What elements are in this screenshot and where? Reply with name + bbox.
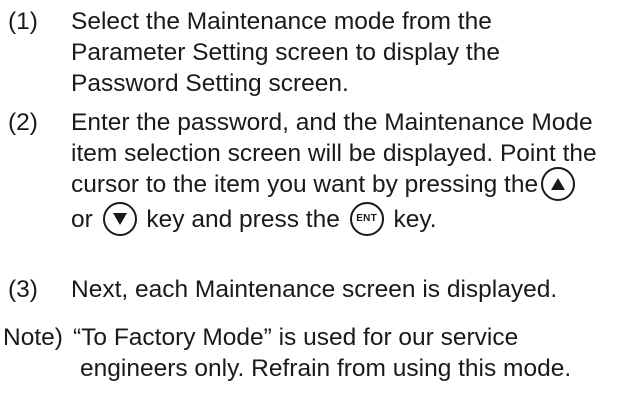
enter-key-label: ENT	[356, 212, 378, 224]
step-2-line-4: or key and press the ENT key.	[71, 201, 619, 236]
step-1-line-2: Parameter Setting screen to display the	[71, 39, 500, 66]
note-line-1: “To Factory Mode” is used for our servic…	[73, 324, 519, 351]
step-1-line-1: Select the Maintenance mode from the	[71, 8, 492, 35]
manual-page: (1) Select the Maintenance mode from the…	[0, 0, 619, 394]
step-2-key-press-text: key and press the	[146, 206, 340, 233]
note-line-2: engineers only. Refrain from using this …	[80, 355, 572, 382]
step-2-number: (2)	[8, 109, 38, 136]
step-2-line-3-text: cursor to the item you want by pressing …	[71, 171, 539, 198]
step-1-text: Select the Maintenance mode from the Par…	[71, 6, 619, 99]
step-2-line-1: Enter the password, and the Maintenance …	[71, 109, 593, 136]
step-3-number: (3)	[8, 276, 38, 303]
step-1-line-3: Password Setting screen.	[71, 70, 349, 97]
step-2-text: Enter the password, and the Maintenance …	[71, 107, 619, 236]
down-arrow-key-icon	[102, 201, 137, 236]
step-3-line-1: Next, each Maintenance screen is display…	[71, 276, 558, 303]
enter-key-icon: ENT	[349, 201, 384, 236]
step-2-line-3: cursor to the item you want by pressing …	[71, 166, 619, 201]
up-arrow-key-icon	[541, 166, 576, 201]
step-1-number: (1)	[8, 8, 38, 35]
step-2-or-text: or	[71, 206, 93, 233]
note-label: Note)	[3, 324, 63, 351]
note-text: “To Factory Mode” is used for our servic…	[73, 322, 619, 384]
step-3-text: Next, each Maintenance screen is display…	[71, 274, 619, 305]
step-2-line-2: item selection screen will be displayed.…	[71, 140, 597, 167]
step-2-key-end-text: key.	[393, 206, 437, 233]
